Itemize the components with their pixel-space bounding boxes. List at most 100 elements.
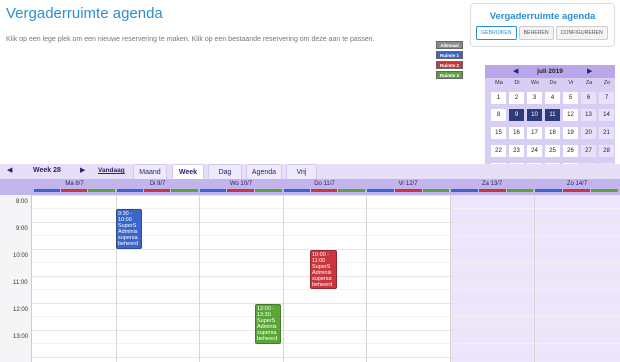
tab-agenda[interactable]: Agenda bbox=[246, 164, 282, 179]
panel-title: Vergaderruimte agenda bbox=[489, 11, 596, 22]
mini-weekday: Zo bbox=[603, 80, 611, 86]
mini-day[interactable]: 19 bbox=[563, 127, 578, 139]
mini-weekday: Ma bbox=[495, 80, 503, 86]
tab-month[interactable]: Maand bbox=[133, 164, 167, 179]
mini-day[interactable]: 5 bbox=[563, 92, 578, 104]
tab-week[interactable]: Week bbox=[172, 164, 204, 179]
mini-day[interactable]: 3 bbox=[527, 92, 542, 104]
mini-day[interactable]: 8 bbox=[491, 109, 506, 121]
mini-day[interactable]: 21 bbox=[599, 127, 614, 139]
prev-week-icon[interactable]: ◀ bbox=[7, 166, 12, 174]
mini-day-selected[interactable]: 10 bbox=[527, 109, 542, 121]
room-1-stripe bbox=[367, 189, 394, 192]
mini-day[interactable]: 7 bbox=[599, 92, 614, 104]
legend-room-1[interactable]: Ruimte 1 bbox=[436, 51, 463, 59]
room-1-stripe bbox=[284, 189, 310, 192]
room-1-stripe bbox=[200, 189, 226, 192]
reservation-event[interactable]: 9:30 - 10:00 SuperS Adminis supersa behe… bbox=[116, 209, 142, 249]
page-title: Vergaderruimte agenda bbox=[6, 5, 163, 22]
time-gutter: 8:00 9:00 10:00 11:00 12:00 13:00 bbox=[0, 195, 32, 362]
mini-day-selected[interactable]: 11 bbox=[545, 109, 560, 121]
manage-button[interactable]: BEHEREN bbox=[518, 26, 554, 40]
tab-free[interactable]: Vrij bbox=[286, 164, 317, 179]
mini-day[interactable]: 12 bbox=[563, 109, 578, 121]
mini-day[interactable]: 14 bbox=[599, 109, 614, 121]
time-label: 9:00 bbox=[16, 226, 28, 232]
time-label: 10:00 bbox=[13, 253, 29, 259]
weekend-columns bbox=[450, 195, 620, 362]
mini-day[interactable]: 18 bbox=[545, 127, 560, 139]
event-text: SuperS Adminis supersa beheerd bbox=[118, 223, 139, 247]
mini-day[interactable]: 23 bbox=[509, 145, 524, 157]
time-label: 11:00 bbox=[13, 280, 28, 286]
event-text: SuperS Adminis supersa beheerd bbox=[312, 264, 333, 288]
mini-day[interactable]: 22 bbox=[491, 145, 506, 157]
event-time: 10:00 - 11:00 bbox=[312, 252, 330, 264]
day-header[interactable]: Do 11/7 bbox=[283, 181, 366, 187]
mini-day-selected[interactable]: 9 bbox=[509, 109, 524, 121]
room-2-stripe bbox=[227, 189, 254, 192]
configure-button[interactable]: CONFIGUREREN bbox=[555, 26, 608, 40]
mode-panel: Vergaderruimte agenda GEBRUIKEN BEHEREN … bbox=[470, 3, 615, 47]
mini-day[interactable]: 13 bbox=[581, 109, 596, 121]
room-2-stripe bbox=[395, 189, 422, 192]
legend-all[interactable]: Allemaal bbox=[436, 41, 463, 49]
mini-day[interactable]: 17 bbox=[527, 127, 542, 139]
instructions-text: Klik op een lege plek om een nieuwe rese… bbox=[6, 36, 375, 43]
time-label: 13:00 bbox=[13, 334, 29, 340]
room-2-stripe bbox=[311, 189, 337, 192]
room-3-stripe bbox=[338, 189, 365, 192]
room-1-stripe bbox=[117, 189, 143, 192]
day-header[interactable]: Za 13/7 bbox=[450, 181, 534, 187]
legend-room-3[interactable]: Ruimte 3 bbox=[436, 71, 463, 79]
mini-month-title: juli 2019 bbox=[537, 68, 563, 75]
mini-day[interactable]: 2 bbox=[509, 92, 524, 104]
room-3-stripe bbox=[255, 189, 282, 192]
reservation-event[interactable]: 12:00 - 13:30 SuperS Adminis supersa beh… bbox=[255, 304, 281, 344]
mini-day[interactable]: 28 bbox=[599, 145, 614, 157]
room-3-stripe bbox=[507, 189, 533, 192]
event-time: 12:00 - 13:30 bbox=[257, 306, 275, 318]
room-3-stripe bbox=[171, 189, 198, 192]
mini-weekday: Wo bbox=[530, 80, 540, 86]
day-header[interactable]: Zo 14/7 bbox=[534, 181, 620, 187]
tab-day[interactable]: Dag bbox=[208, 164, 242, 179]
mini-day[interactable]: 1 bbox=[491, 92, 506, 104]
day-header[interactable]: Ma 8/7 bbox=[33, 181, 116, 187]
room-2-stripe bbox=[479, 189, 506, 192]
use-button[interactable]: GEBRUIKEN bbox=[476, 26, 517, 40]
event-text: SuperS Adminis supersa beheerd bbox=[257, 318, 278, 342]
day-header-row: Ma 8/7 Di 9/7 Wo 10/7 Do 11/7 Vr 12/7 Za… bbox=[0, 179, 620, 195]
mini-day[interactable]: 27 bbox=[581, 145, 596, 157]
mini-day[interactable]: 25 bbox=[545, 145, 560, 157]
time-label: 8:00 bbox=[16, 199, 28, 205]
reservation-event[interactable]: 10:00 - 11:00 SuperS Adminis supersa beh… bbox=[310, 250, 337, 289]
day-header[interactable]: Di 9/7 bbox=[116, 181, 199, 187]
mini-weekday: Di bbox=[514, 80, 520, 86]
day-header[interactable]: Wo 10/7 bbox=[199, 181, 283, 187]
room-1-stripe bbox=[535, 189, 562, 192]
time-grid[interactable]: 8:00 9:00 10:00 11:00 12:00 13:00 9:30 -… bbox=[0, 195, 620, 362]
mini-day[interactable]: 15 bbox=[491, 127, 506, 139]
mini-day[interactable]: 20 bbox=[581, 127, 596, 139]
room-legend: Allemaal Ruimte 1 Ruimte 2 Ruimte 3 bbox=[436, 41, 463, 81]
time-label: 12:00 bbox=[13, 307, 29, 313]
mini-day[interactable]: 26 bbox=[563, 145, 578, 157]
room-3-stripe bbox=[88, 189, 115, 192]
today-link[interactable]: Vandaag bbox=[98, 167, 125, 174]
day-header[interactable]: Vr 12/7 bbox=[366, 181, 450, 187]
calendar-toolbar: ◀ Week 28 ▶ Vandaag Maand Week Dag Agend… bbox=[0, 164, 620, 179]
mini-day[interactable]: 6 bbox=[581, 92, 596, 104]
mini-next-month-icon[interactable]: ▶ bbox=[587, 67, 592, 75]
room-1-stripe bbox=[34, 189, 60, 192]
next-week-icon[interactable]: ▶ bbox=[80, 166, 85, 174]
week-label: Week 28 bbox=[33, 167, 61, 174]
room-1-stripe bbox=[451, 189, 478, 192]
mini-day[interactable]: 4 bbox=[545, 92, 560, 104]
mini-day[interactable]: 24 bbox=[527, 145, 542, 157]
mini-weekday: Za bbox=[585, 80, 593, 86]
event-time: 9:30 - 10:00 bbox=[118, 211, 133, 223]
mini-day[interactable]: 16 bbox=[509, 127, 524, 139]
room-2-stripe bbox=[563, 189, 590, 192]
legend-room-2[interactable]: Ruimte 2 bbox=[436, 61, 463, 69]
